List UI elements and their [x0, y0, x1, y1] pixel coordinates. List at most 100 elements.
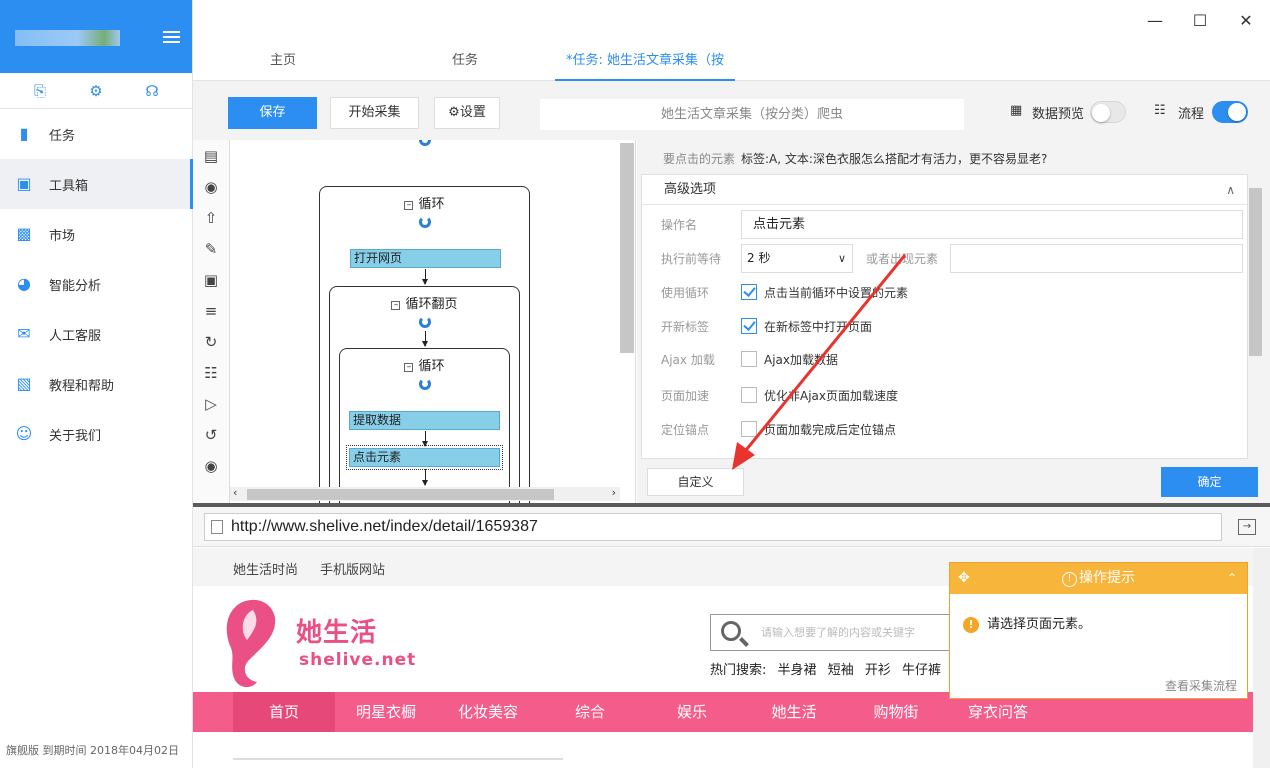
web-search-input[interactable]: 请输入想要了解的内容或关键字	[710, 614, 954, 651]
go-icon[interactable]: →	[1238, 519, 1256, 535]
loop-icon	[419, 316, 431, 328]
web-nav-general[interactable]: 综合	[539, 692, 641, 732]
flow-horizontal-scrollbar[interactable]: ‹ ›	[230, 486, 620, 501]
stop-tool-icon[interactable]: ◉	[193, 450, 229, 481]
data-preview-toggle[interactable]	[1090, 101, 1126, 123]
sidebar-item-label: 工具箱	[49, 178, 89, 194]
web-nav-shelive[interactable]: 她生活	[743, 692, 845, 732]
search-icon[interactable]	[721, 621, 741, 641]
collapse-icon[interactable]: –	[404, 363, 414, 372]
site-logo-domain[interactable]: shelive.net	[299, 650, 416, 670]
toolbox-icon: ▣	[16, 174, 32, 193]
chevron-up-icon[interactable]: ∧	[1226, 175, 1235, 205]
speed-checkbox[interactable]	[741, 387, 757, 403]
sidebar-item-tasks[interactable]: ▮ 任务	[0, 109, 192, 159]
url-input[interactable]: http://www.shelive.net/index/detail/1659…	[204, 513, 1222, 541]
step-open-page[interactable]: 打开网页	[350, 249, 501, 268]
wait-select[interactable]: 2 秒 ∨	[741, 244, 853, 273]
site-logo-text[interactable]: 她生活	[296, 612, 377, 649]
ok-button[interactable]: 确定	[1161, 467, 1258, 497]
web-nav-shopping[interactable]: 购物街	[845, 692, 947, 732]
settings-button[interactable]: ⚙设置	[434, 97, 500, 129]
tip-header[interactable]: ✥ ! 操作提示 ⌃	[950, 563, 1247, 594]
article-title-cutoff	[233, 758, 563, 768]
hot-term[interactable]: 牛仔裤	[902, 663, 941, 678]
collapse-icon[interactable]: –	[404, 201, 414, 210]
new-tab-label: 开新标签	[661, 320, 710, 334]
web-nav-entertainment[interactable]: 娱乐	[641, 692, 743, 732]
headset-icon[interactable]: ☊	[142, 82, 162, 100]
minimize-icon[interactable]: —	[1144, 10, 1166, 32]
ajax-checkbox[interactable]	[741, 351, 757, 367]
wait-label: 执行前等待	[661, 252, 722, 266]
loop-icon	[419, 378, 431, 390]
web-nav-celebrity[interactable]: 明星衣橱	[335, 692, 437, 732]
input-text-tool-icon[interactable]: ✎	[193, 233, 229, 264]
web-link-fashion[interactable]: 她生活时尚	[233, 559, 298, 578]
new-tab-checkbox[interactable]	[741, 318, 757, 334]
op-name-input[interactable]: 点击元素	[741, 210, 1243, 239]
collapse-up-icon[interactable]: ⌃	[1227, 563, 1237, 594]
clipboard-add-icon[interactable]: ⎘	[30, 82, 50, 100]
anchor-checkbox[interactable]	[741, 421, 757, 437]
move-icon[interactable]: ✥	[958, 563, 970, 594]
sidebar: ⎘ ⚙ ☊ ▮ 任务 ▣ 工具箱 ▩ 市场 ◕ 智能分析 ✉ 人工客服 ▧ 教程…	[0, 0, 193, 768]
hot-term[interactable]: 短袖	[828, 663, 854, 678]
web-nav-beauty[interactable]: 化妆美容	[437, 692, 539, 732]
scroll-left-icon[interactable]: ‹	[233, 486, 237, 499]
step-click-element[interactable]: 点击元素	[346, 445, 503, 470]
flow-vertical-scrollbar[interactable]	[620, 143, 634, 353]
flow-tool-palette: ▤ ◉ ⇧ ✎ ▣ ≡ ↻ ☷ ▷ ↺ ◉	[193, 140, 230, 504]
maximize-icon[interactable]: ☐	[1189, 10, 1211, 32]
advanced-options-header[interactable]: 高级选项 ∧	[642, 175, 1247, 205]
inner-loop-box[interactable]: – 循环 提取数据 点击元素	[339, 348, 510, 504]
flow-canvas[interactable]: – 循环 打开网页 – 循环翻页 – 循环 提取数据 点击元素	[230, 140, 636, 504]
save-button[interactable]: 保存	[228, 97, 317, 129]
web-nav-home[interactable]: 首页	[233, 692, 335, 732]
start-collect-button[interactable]: 开始采集	[330, 97, 419, 129]
refresh-tool-icon[interactable]: ↺	[193, 419, 229, 450]
tab-home[interactable]: 主页	[253, 42, 313, 81]
options-scrollbar[interactable]	[1249, 188, 1262, 356]
sidebar-item-help[interactable]: ▧ 教程和帮助	[0, 359, 192, 409]
step-extract-data[interactable]: 提取数据	[349, 411, 500, 430]
outer-loop-box[interactable]: – 循环 打开网页 – 循环翻页 – 循环 提取数据 点击元素	[319, 186, 530, 504]
collapse-icon[interactable]: –	[391, 301, 401, 310]
web-link-mobile[interactable]: 手机版网站	[320, 559, 385, 578]
click-tool-icon[interactable]: ◉	[193, 171, 229, 202]
task-name-field[interactable]: 她生活文章采集（按分类）爬虫	[540, 99, 964, 130]
page-loop-box[interactable]: – 循环翻页 – 循环 提取数据 点击元素	[329, 286, 520, 504]
sidebar-item-support[interactable]: ✉ 人工客服	[0, 309, 192, 359]
sidebar-item-market[interactable]: ▩ 市场	[0, 209, 192, 259]
open-page-tool-icon[interactable]: ▤	[193, 140, 229, 171]
flow-toggle[interactable]	[1212, 101, 1248, 123]
view-flow-link[interactable]: 查看采集流程	[1165, 677, 1237, 694]
sidebar-item-about[interactable]: ☺ 关于我们	[0, 409, 192, 459]
loop-tool-icon[interactable]: ↻	[193, 326, 229, 357]
condition-tool-icon[interactable]: ☷	[193, 357, 229, 388]
search-placeholder: 请输入想要了解的内容或关键字	[761, 626, 915, 639]
flow-label: 流程	[1178, 107, 1205, 122]
sidebar-item-analysis[interactable]: ◕ 智能分析	[0, 259, 192, 309]
scroll-right-icon[interactable]: ›	[612, 486, 616, 499]
tab-tasks[interactable]: 任务	[435, 42, 495, 81]
tab-current-task[interactable]: *任务: 她生活文章采集（按分...	[555, 42, 735, 106]
switch-dropdown-tool-icon[interactable]: ≡	[193, 295, 229, 326]
sidebar-item-label: 任务	[49, 128, 76, 144]
hamburger-menu-icon[interactable]	[163, 31, 180, 43]
sidebar-item-toolbox[interactable]: ▣ 工具箱	[0, 159, 193, 209]
wait-element-input[interactable]	[950, 244, 1243, 273]
web-scrollbar[interactable]	[1253, 548, 1270, 768]
custom-button[interactable]: 自定义	[647, 468, 744, 496]
captcha-tool-icon[interactable]: ▣	[193, 264, 229, 295]
url-text: http://www.shelive.net/index/detail/1659…	[231, 518, 538, 535]
close-icon[interactable]: ✕	[1235, 10, 1257, 32]
gear-icon[interactable]: ⚙	[86, 82, 106, 100]
hot-term[interactable]: 半身裙	[778, 663, 817, 678]
sidebar-item-label: 智能分析	[49, 278, 102, 294]
site-logo-icon[interactable]	[221, 596, 279, 690]
hot-term[interactable]: 开衫	[865, 663, 891, 678]
hover-tool-icon[interactable]: ▷	[193, 388, 229, 419]
extract-tool-icon[interactable]: ⇧	[193, 202, 229, 233]
use-loop-checkbox[interactable]	[741, 284, 757, 300]
